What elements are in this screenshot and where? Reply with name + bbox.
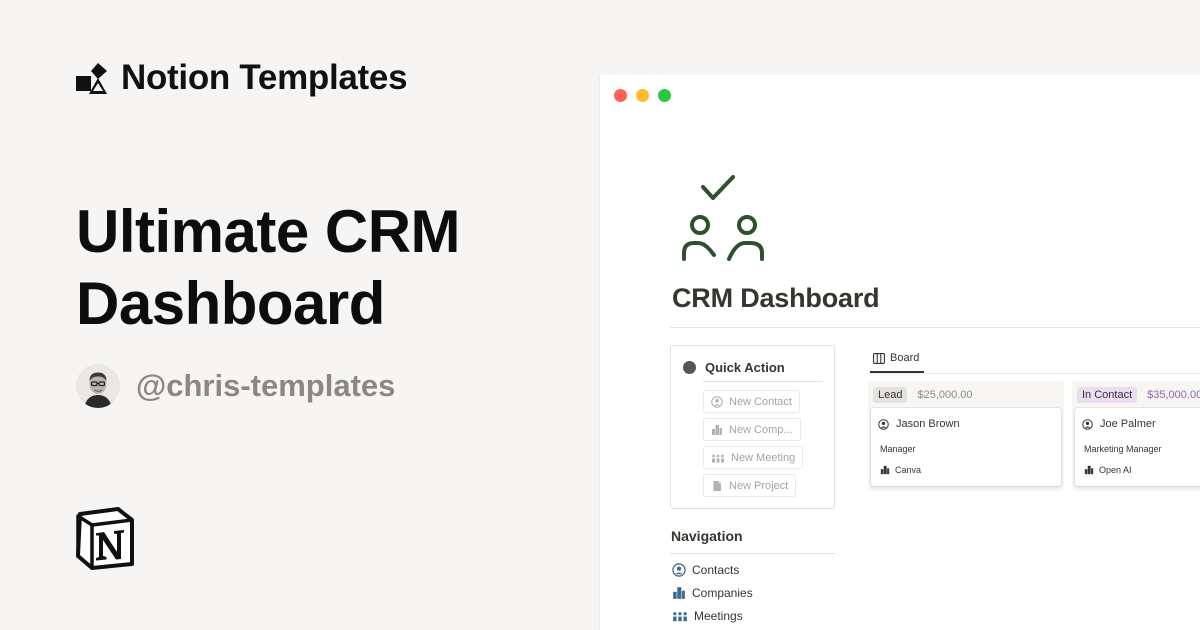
nav-item-label: Companies bbox=[692, 586, 753, 600]
window-controls bbox=[614, 89, 671, 102]
column-header: In Contact $35,000.00 bbox=[1077, 387, 1200, 403]
contact-company: Open AI bbox=[1084, 465, 1132, 475]
quick-action-title: Quick Action bbox=[705, 360, 785, 375]
building-icon bbox=[673, 587, 685, 599]
navigation-divider bbox=[670, 553, 835, 554]
tab-board-label: Board bbox=[890, 352, 920, 364]
building-icon bbox=[1084, 465, 1094, 475]
nav-item-meetings[interactable]: Meetings bbox=[672, 609, 743, 623]
people-icon bbox=[673, 612, 687, 622]
new-project-button[interactable]: New Project bbox=[703, 474, 797, 497]
title-divider bbox=[670, 327, 1200, 328]
notion-logo-icon bbox=[76, 507, 134, 570]
headline: Ultimate CRM Dashboard bbox=[76, 196, 556, 340]
tab-divider bbox=[868, 373, 1200, 374]
user-circle-icon bbox=[1082, 418, 1093, 430]
column-amount: $35,000.00 bbox=[1147, 389, 1200, 401]
company-name: Open AI bbox=[1099, 465, 1132, 475]
headline-line-2: Dashboard bbox=[76, 270, 385, 337]
card-title: Joe Palmer bbox=[1082, 418, 1156, 430]
new-meeting-button[interactable]: New Meeting bbox=[703, 446, 804, 469]
author-handle[interactable]: @chris-templates bbox=[136, 368, 395, 404]
headline-line-1: Ultimate CRM bbox=[76, 198, 461, 265]
board-card[interactable]: Joe Palmer Marketing Manager Open AI bbox=[1075, 408, 1200, 486]
minimize-window-button[interactable] bbox=[636, 89, 649, 102]
board-view-icon bbox=[873, 352, 885, 364]
contact-role: Manager bbox=[880, 444, 916, 454]
bullet-icon bbox=[683, 361, 696, 374]
user-circle-icon bbox=[672, 563, 686, 577]
author: @chris-templates bbox=[76, 364, 395, 408]
building-icon bbox=[880, 465, 890, 475]
column-header: Lead $25,000.00 bbox=[873, 387, 973, 403]
page-title: CRM Dashboard bbox=[672, 283, 880, 313]
quick-action-divider bbox=[703, 381, 823, 382]
shapes-logo-icon bbox=[76, 62, 107, 94]
new-meeting-label: New Meeting bbox=[731, 451, 796, 464]
contact-role: Marketing Manager bbox=[1084, 444, 1162, 454]
new-contact-button[interactable]: New Contact bbox=[703, 390, 800, 413]
new-project-label: New Project bbox=[729, 479, 789, 492]
brand-name: Notion Templates bbox=[121, 58, 408, 97]
navigation-title: Navigation bbox=[671, 528, 743, 544]
maximize-window-button[interactable] bbox=[658, 89, 671, 102]
quick-action-header: Quick Action bbox=[683, 360, 823, 375]
contact-name: Joe Palmer bbox=[1100, 418, 1156, 430]
brand: Notion Templates bbox=[76, 58, 408, 98]
new-company-button[interactable]: New Comp... bbox=[703, 418, 801, 441]
contact-company: Canva bbox=[880, 465, 921, 475]
user-circle-icon bbox=[878, 418, 889, 430]
building-icon bbox=[712, 424, 722, 435]
avatar bbox=[76, 364, 120, 408]
crm-page-icon bbox=[682, 175, 764, 261]
people-icon bbox=[712, 454, 724, 462]
status-badge: In Contact bbox=[1077, 387, 1138, 403]
nav-item-companies[interactable]: Companies bbox=[672, 586, 753, 600]
company-name: Canva bbox=[895, 465, 922, 475]
nav-item-label: Contacts bbox=[692, 563, 740, 577]
quick-action-panel: Quick Action New Contact New Comp... New… bbox=[670, 345, 835, 509]
status-badge: Lead bbox=[873, 387, 908, 403]
card-title: Jason Brown bbox=[878, 418, 960, 430]
board-column-lead: Lead $25,000.00 Jason Brown Manager Canv… bbox=[868, 381, 1064, 491]
notion-window: CRM Dashboard Quick Action New Contact N… bbox=[600, 75, 1200, 630]
new-company-label: New Comp... bbox=[729, 423, 793, 436]
nav-item-contacts[interactable]: Contacts bbox=[672, 563, 739, 577]
nav-item-label: Meetings bbox=[694, 609, 743, 623]
board-card[interactable]: Jason Brown Manager Canva bbox=[871, 408, 1061, 486]
document-icon bbox=[713, 480, 721, 491]
column-amount: $25,000.00 bbox=[917, 389, 973, 401]
user-circle-icon bbox=[711, 395, 723, 408]
new-contact-label: New Contact bbox=[729, 395, 792, 408]
contact-name: Jason Brown bbox=[896, 418, 960, 430]
close-window-button[interactable] bbox=[614, 89, 627, 102]
tab-board[interactable]: Board bbox=[873, 352, 919, 364]
avatar-portrait-icon bbox=[76, 364, 120, 408]
board-column-in-contact: In Contact $35,000.00 Joe Palmer Marketi… bbox=[1072, 381, 1200, 491]
